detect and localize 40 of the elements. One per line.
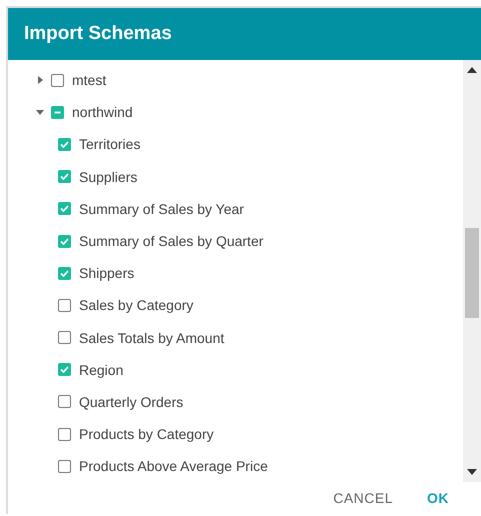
tree-item-label: Sales Totals by Amount	[79, 330, 224, 346]
tree-item-label: Products Above Average Price	[79, 458, 268, 474]
caret-right-icon[interactable]	[36, 76, 44, 84]
tree-item-label: Summary of Sales by Year	[79, 200, 244, 217]
tree-item-label: Shippers	[79, 265, 134, 282]
tree-item-label: Summary of Sales by Quarter	[79, 233, 264, 250]
tree-item-label: Suppliers	[79, 168, 138, 185]
tree-item-label: northwind	[72, 104, 133, 120]
checkbox[interactable]	[58, 202, 71, 216]
ok-button[interactable]: OK	[419, 486, 457, 510]
checkbox[interactable]	[58, 170, 71, 184]
tree-item-label: Products by Category	[79, 426, 214, 442]
check-icon	[59, 203, 70, 214]
tree-item-label: mtest	[72, 72, 106, 88]
checkbox[interactable]	[51, 106, 64, 119]
check-icon	[59, 364, 70, 376]
scrollbar-thumb[interactable]	[465, 228, 479, 318]
scroll-up-icon[interactable]	[467, 66, 477, 74]
tree-item-label: Quarterly Orders	[79, 394, 184, 410]
checkbox[interactable]	[51, 74, 64, 87]
checkbox[interactable]	[58, 395, 71, 408]
checkbox[interactable]	[58, 234, 71, 248]
checkbox[interactable]	[58, 298, 71, 312]
checkbox[interactable]	[58, 460, 71, 473]
checkbox[interactable]	[58, 331, 71, 344]
tree-item-label: Sales by Category	[79, 297, 194, 314]
checkbox[interactable]	[58, 428, 71, 441]
check-icon	[59, 138, 70, 150]
checkbox[interactable]	[58, 266, 71, 280]
check-icon	[59, 268, 70, 279]
caret-down-icon[interactable]	[36, 108, 44, 116]
tree-item-label: Territories	[79, 136, 140, 152]
scroll-down-icon[interactable]	[467, 468, 477, 476]
checkbox[interactable]	[58, 363, 71, 376]
cancel-button[interactable]: CANCEL	[325, 486, 401, 510]
check-icon	[59, 171, 70, 182]
dialog-title: Import Schemas	[24, 23, 172, 45]
tree-item-label: Region	[79, 362, 124, 378]
checkbox[interactable]	[58, 138, 71, 151]
check-icon	[59, 236, 70, 247]
